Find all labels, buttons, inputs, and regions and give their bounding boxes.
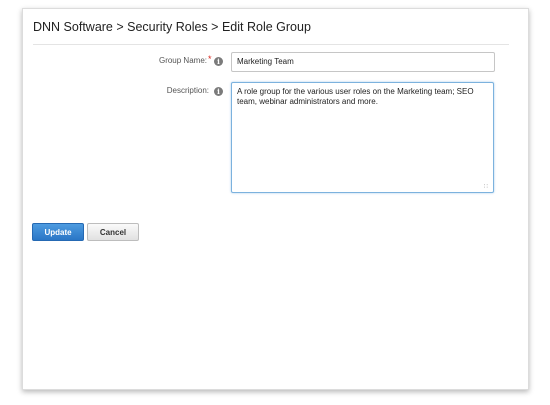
page-title: DNN Software > Security Roles > Edit Rol… [33, 20, 311, 34]
help-info-icon[interactable]: i [214, 87, 223, 96]
resize-grip-icon[interactable]: ∷ [484, 184, 490, 190]
group-name-input[interactable] [231, 52, 495, 72]
title-divider [33, 44, 509, 45]
cancel-button[interactable]: Cancel [87, 223, 139, 241]
help-info-icon[interactable]: i [214, 57, 223, 66]
update-button[interactable]: Update [32, 223, 84, 241]
group-name-label: Group Name: [158, 56, 207, 65]
description-label: Description: [166, 86, 209, 95]
edit-role-group-panel: DNN Software > Security Roles > Edit Rol… [22, 8, 529, 390]
description-textarea[interactable]: A role group for the various user roles … [231, 82, 494, 193]
required-marker: * [208, 54, 212, 64]
